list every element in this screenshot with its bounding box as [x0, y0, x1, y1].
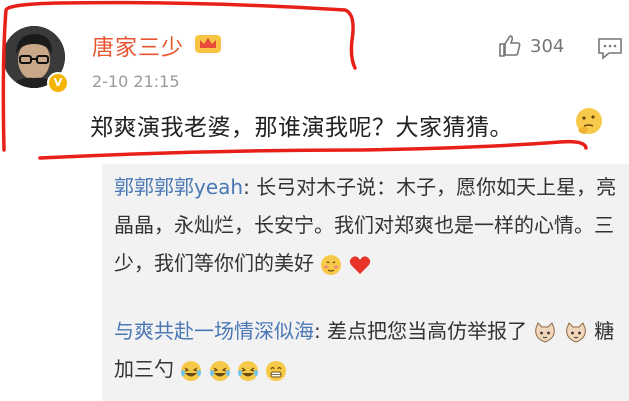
verified-badge-icon: V: [47, 72, 69, 94]
heart-icon: [349, 255, 370, 274]
post-timestamp: 2-10 21:15: [92, 72, 180, 91]
like-count: 304: [530, 35, 565, 57]
post-username[interactable]: 唐家三少: [92, 30, 184, 62]
thinking-emoji-icon: [576, 108, 602, 134]
reply-colon: :: [243, 175, 250, 199]
laugh-emoji-icon: [181, 360, 202, 381]
replies-section: 郭郭郭郭yeah: 长弓对木子说：木子，愿你如天上星，亮晶晶，永灿烂，长安宁。我…: [102, 164, 629, 401]
reply-colon: :: [314, 319, 321, 343]
cat-emoji-icon: [535, 321, 556, 343]
vip-crown-icon: [195, 35, 221, 53]
blush-emoji-icon: [321, 254, 342, 275]
like-button[interactable]: 304: [498, 34, 564, 58]
laugh-emoji-icon: [238, 360, 259, 381]
like-icon: [499, 35, 521, 57]
post-text: 郑爽演我老婆，那谁演我呢？大家猜猜。: [90, 115, 513, 141]
grin-emoji-icon: [266, 360, 287, 381]
comment-icon[interactable]: [597, 36, 623, 60]
reply-username[interactable]: 郭郭郭郭yeah: [114, 175, 243, 199]
cat-emoji-icon: [566, 321, 586, 343]
reply-item: 与爽共赴一场情深似海: 差点把您当高仿举报了 糖加三勺: [114, 312, 619, 388]
reply-username[interactable]: 与爽共赴一场情深似海: [114, 319, 314, 343]
reply-text: 差点把您当高仿举报了: [327, 319, 528, 343]
laugh-emoji-icon: [209, 360, 230, 381]
reply-item: 郭郭郭郭yeah: 长弓对木子说：木子，愿你如天上星，亮晶晶，永灿烂，长安宁。我…: [114, 168, 619, 282]
